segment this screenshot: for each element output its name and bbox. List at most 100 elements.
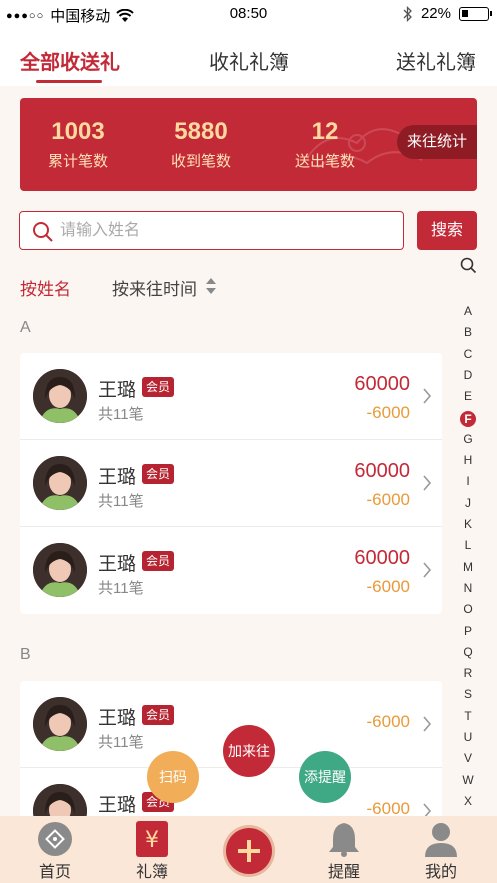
index-letter-n[interactable]: N bbox=[458, 581, 478, 595]
stat-total-value: 1003 bbox=[51, 118, 105, 145]
amount-received: 60000 bbox=[354, 547, 410, 569]
tab-sent[interactable]: 送礼礼簿 bbox=[396, 46, 476, 75]
index-letter-x[interactable]: X bbox=[458, 794, 478, 808]
member-badge: 会员 bbox=[142, 464, 175, 484]
active-tab-indicator bbox=[36, 80, 102, 83]
index-letter-s[interactable]: S bbox=[458, 687, 478, 701]
tab-bar: 全部收送礼 收礼礼簿 送礼礼簿 bbox=[0, 28, 497, 86]
search-icon bbox=[33, 222, 53, 242]
contact-name: 王璐 bbox=[98, 708, 137, 729]
contact-name: 王璐 bbox=[98, 380, 137, 401]
member-badge: 会员 bbox=[142, 551, 175, 571]
index-letter-h[interactable]: H bbox=[458, 453, 478, 467]
index-letter-q[interactable]: Q bbox=[458, 645, 478, 659]
search-box bbox=[19, 211, 404, 250]
nav-reminder[interactable]: 提醒 bbox=[309, 816, 379, 883]
stat-received-value: 5880 bbox=[174, 118, 228, 145]
stat-sent-value: 12 bbox=[311, 118, 339, 145]
section-header-b: B bbox=[20, 646, 31, 663]
avatar bbox=[33, 369, 87, 423]
gift-book-icon: ¥ bbox=[136, 821, 168, 857]
amount-sent: -6000 bbox=[366, 490, 410, 509]
amount-received: 60000 bbox=[354, 460, 410, 482]
index-letter-o[interactable]: O bbox=[458, 602, 478, 616]
scan-button[interactable]: 扫码 bbox=[147, 751, 199, 803]
record-count: 共11笔 bbox=[98, 580, 144, 597]
chevron-right-icon bbox=[423, 475, 432, 491]
index-letter-e[interactable]: E bbox=[458, 389, 478, 403]
battery-icon bbox=[459, 6, 492, 21]
contact-list-a: 王璐 会员 共11笔 60000 -6000 王璐 会员 共11笔 60000 … bbox=[20, 353, 442, 614]
chevron-right-icon bbox=[423, 716, 432, 732]
index-search-icon[interactable] bbox=[460, 257, 477, 274]
nav-gift-book[interactable]: ¥ 礼簿 bbox=[117, 816, 187, 883]
member-badge: 会员 bbox=[142, 377, 175, 397]
index-letter-r[interactable]: R bbox=[458, 666, 478, 680]
index-letter-a[interactable]: A bbox=[458, 304, 478, 318]
sort-by-time[interactable]: 按来往时间 bbox=[112, 275, 197, 300]
status-bar: ●●●○○ 中国移动 08:50 22% bbox=[0, 0, 497, 28]
stat-total: 1003 累计笔数 bbox=[45, 118, 111, 171]
index-letter-c[interactable]: C bbox=[458, 347, 478, 361]
chevron-right-icon bbox=[423, 388, 432, 404]
stat-sent-label: 送出笔数 bbox=[294, 153, 355, 170]
index-letter-i[interactable]: I bbox=[458, 474, 478, 488]
list-item[interactable]: 王璐 会员 共11笔 60000 -6000 bbox=[20, 527, 442, 614]
contact-name: 王璐 bbox=[98, 467, 137, 488]
index-letter-l[interactable]: L bbox=[458, 538, 478, 552]
tab-received[interactable]: 收礼礼簿 bbox=[209, 46, 289, 75]
nav-home[interactable]: 首页 bbox=[20, 816, 90, 883]
tab-all[interactable]: 全部收送礼 bbox=[20, 46, 120, 75]
nav-mine[interactable]: 我的 bbox=[406, 816, 476, 883]
avatar bbox=[33, 543, 87, 597]
add-reminder-button[interactable]: 添提醒 bbox=[299, 751, 351, 803]
avatar bbox=[33, 697, 87, 751]
chevron-right-icon bbox=[423, 562, 432, 578]
amount-sent: -6000 bbox=[366, 577, 410, 596]
add-record-button[interactable]: 加来往 bbox=[223, 725, 275, 777]
list-item[interactable]: 王璐 会员 共11笔 60000 -6000 bbox=[20, 353, 442, 440]
stat-received-label: 收到笔数 bbox=[170, 153, 231, 170]
index-letter-d[interactable]: D bbox=[458, 368, 478, 382]
home-icon bbox=[38, 822, 72, 856]
contact-name: 王璐 bbox=[98, 795, 137, 816]
index-letter-f[interactable]: F bbox=[460, 410, 476, 427]
battery-percent: 22% bbox=[420, 5, 451, 22]
nav-mine-label: 我的 bbox=[424, 864, 457, 881]
bluetooth-icon bbox=[403, 5, 412, 22]
record-count: 共11笔 bbox=[98, 493, 144, 510]
stats-banner: 1003 累计笔数 5880 收到笔数 12 送出笔数 来往统计 bbox=[20, 98, 477, 191]
index-letter-b[interactable]: B bbox=[458, 325, 478, 339]
search-input[interactable] bbox=[60, 218, 390, 244]
nav-gift-book-label: 礼簿 bbox=[135, 864, 168, 881]
stat-received: 5880 收到笔数 bbox=[168, 118, 234, 171]
sort-by-name[interactable]: 按姓名 bbox=[20, 275, 71, 300]
record-count: 共11笔 bbox=[98, 734, 144, 751]
search-button[interactable]: 搜索 bbox=[417, 211, 477, 250]
index-letter-k[interactable]: K bbox=[458, 517, 478, 531]
index-letter-m[interactable]: M bbox=[458, 560, 478, 574]
index-letter-p[interactable]: P bbox=[458, 624, 478, 638]
stat-sent: 12 送出笔数 bbox=[292, 118, 358, 171]
contact-name: 王璐 bbox=[98, 554, 137, 575]
stat-total-label: 累计笔数 bbox=[47, 153, 108, 170]
plus-icon bbox=[238, 840, 260, 862]
svg-text:¥: ¥ bbox=[145, 828, 159, 853]
sort-arrows-icon[interactable] bbox=[205, 277, 217, 295]
nav-reminder-label: 提醒 bbox=[327, 864, 360, 881]
bell-icon bbox=[329, 823, 359, 857]
index-letter-t[interactable]: T bbox=[458, 709, 478, 723]
index-letter-v[interactable]: V bbox=[458, 751, 478, 765]
section-header-a: A bbox=[20, 319, 31, 336]
nav-home-label: 首页 bbox=[38, 864, 71, 881]
index-letter-u[interactable]: U bbox=[458, 730, 478, 744]
amount-sent: -6000 bbox=[366, 403, 410, 422]
stats-detail-button[interactable]: 来往统计 bbox=[397, 125, 477, 159]
user-icon bbox=[425, 823, 457, 857]
plus-button[interactable] bbox=[226, 828, 272, 874]
list-item[interactable]: 王璐 会员 共11笔 60000 -6000 bbox=[20, 440, 442, 527]
index-letter-w[interactable]: W bbox=[458, 773, 478, 787]
avatar bbox=[33, 456, 87, 510]
index-letter-j[interactable]: J bbox=[458, 496, 478, 510]
index-letter-g[interactable]: G bbox=[458, 432, 478, 446]
